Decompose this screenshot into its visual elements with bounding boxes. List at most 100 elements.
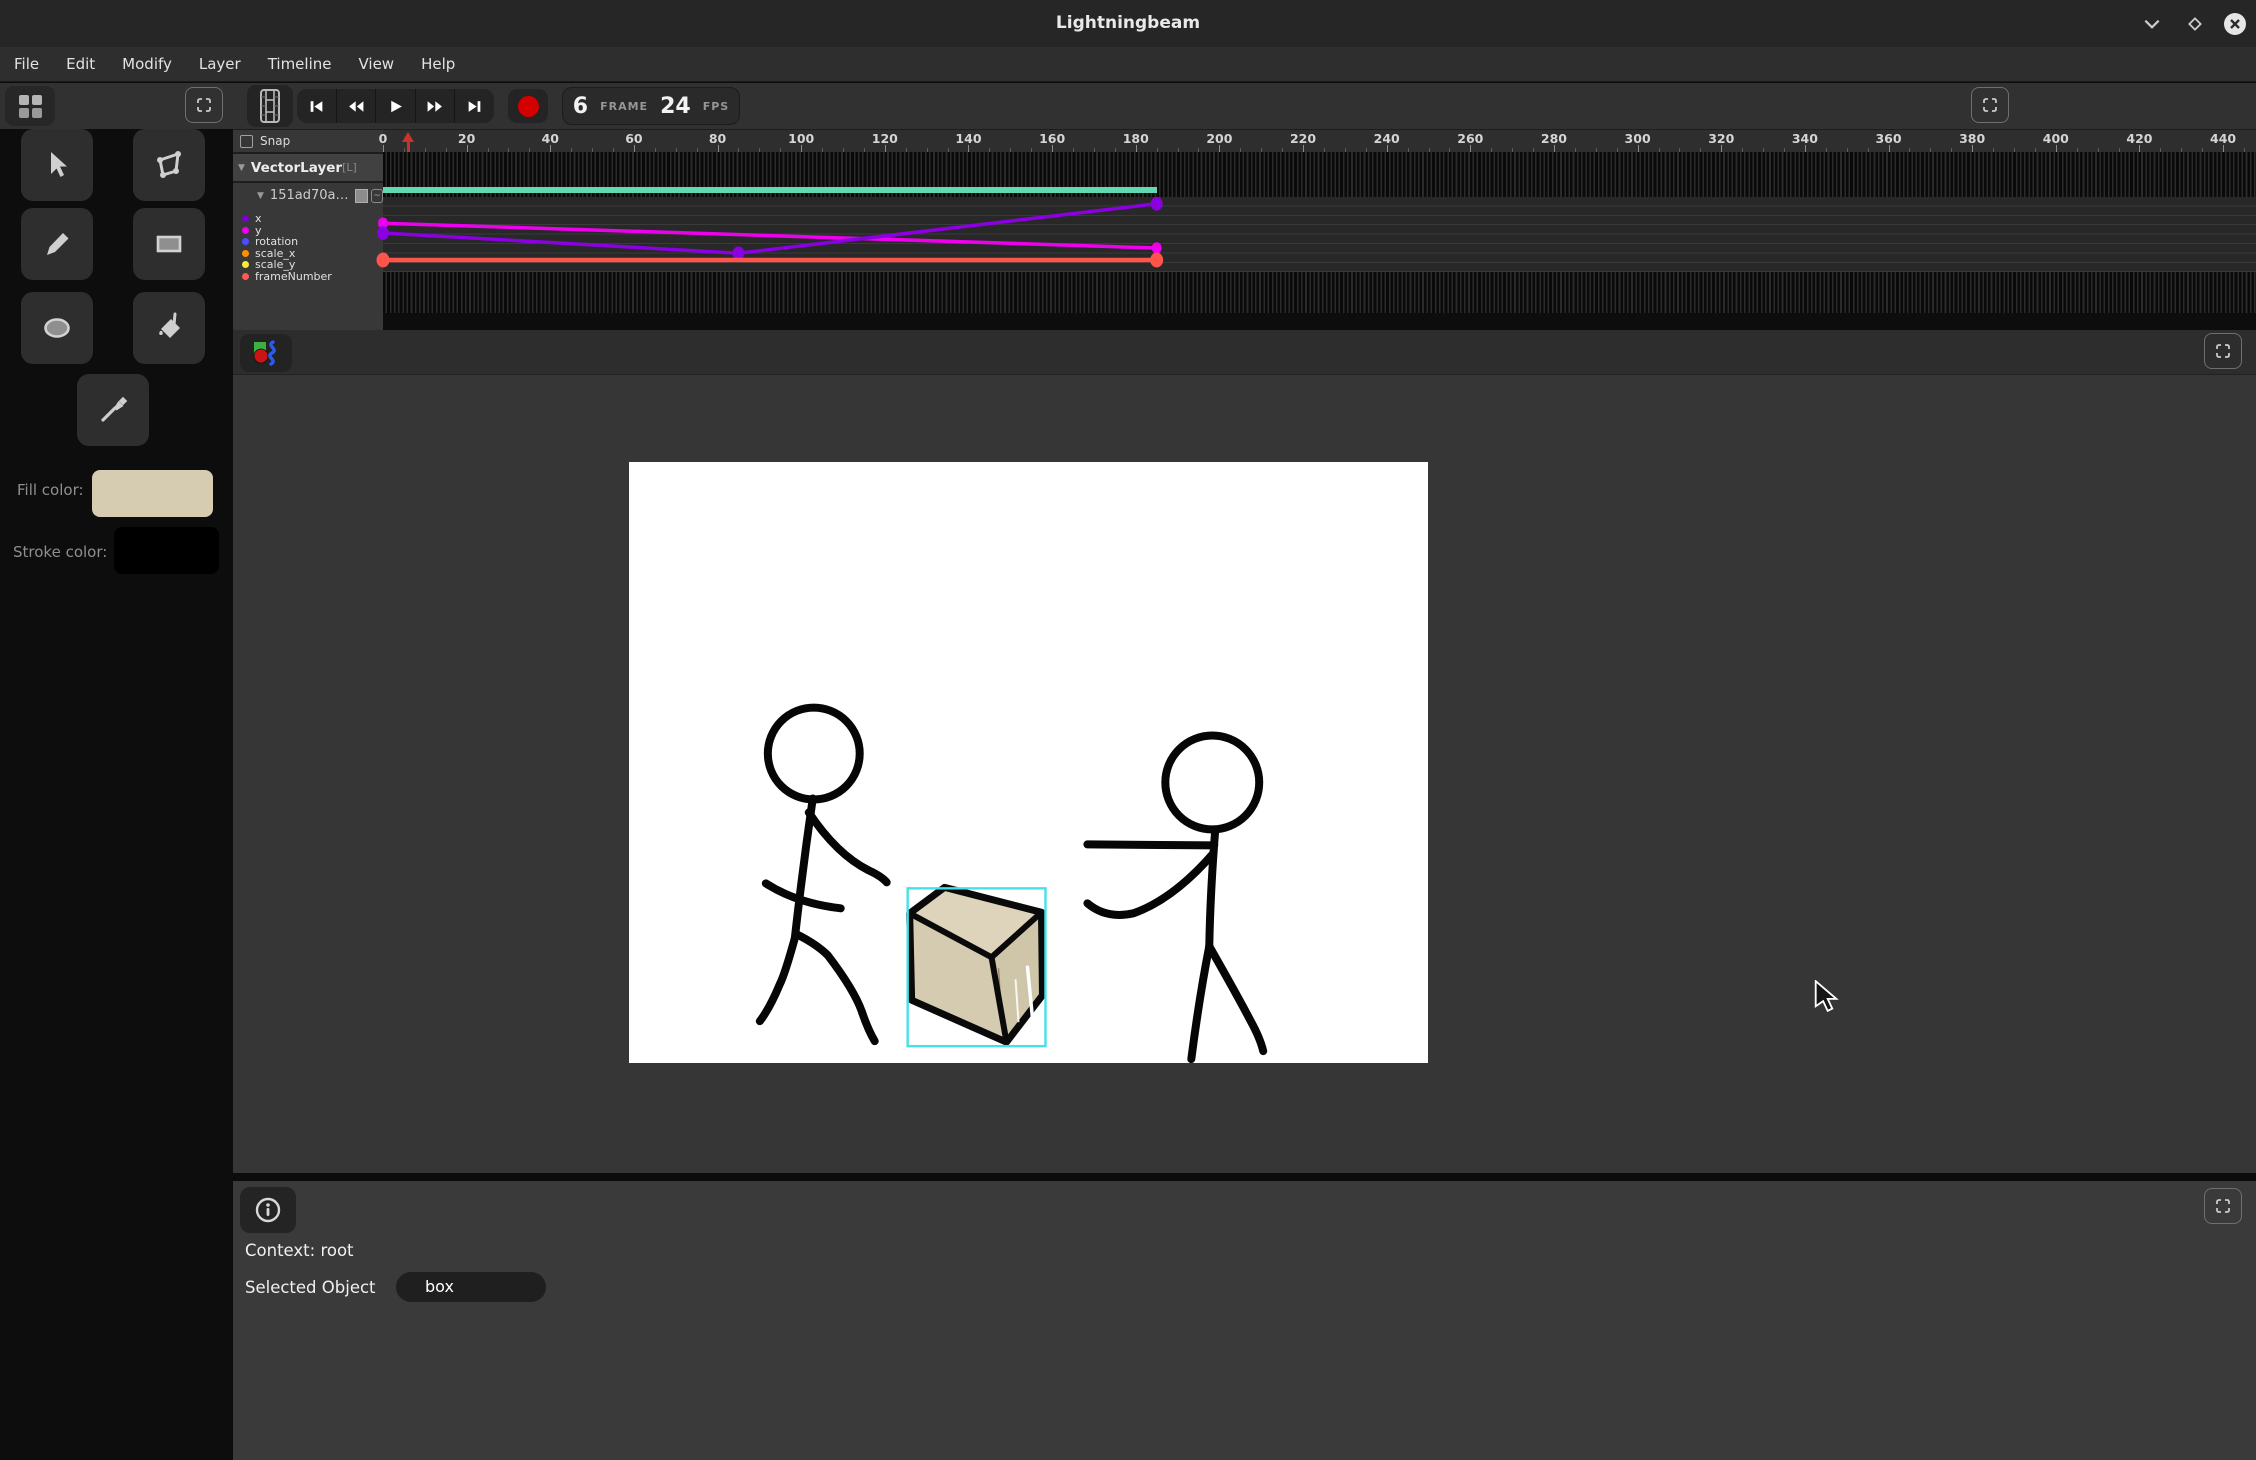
keyframe-x[interactable] <box>1151 197 1163 211</box>
inspector-expand-button[interactable] <box>2204 1188 2242 1224</box>
lightningbeam-window: Lightningbeam FileEditModifyLayerTimelin… <box>0 0 2256 1460</box>
layer-span-bar[interactable] <box>383 187 1157 193</box>
ruler-label: 80 <box>709 131 726 146</box>
timeline-tracks[interactable] <box>383 152 2256 313</box>
selected-object-label: Selected Object <box>245 1278 376 1297</box>
maximize-button[interactable] <box>2180 9 2210 39</box>
chevron-down-icon[interactable]: ▼ <box>238 163 245 173</box>
menu-layer[interactable]: Layer <box>199 55 241 73</box>
fast-forward-button[interactable] <box>416 89 456 123</box>
diamond-icon <box>2186 15 2204 33</box>
stick-figure-left[interactable] <box>760 708 887 1042</box>
property-row-rotation[interactable]: rotation <box>233 236 383 248</box>
stroke-color-swatch[interactable] <box>114 527 219 574</box>
panel-grid-button[interactable] <box>5 86 55 126</box>
paint-bucket-tool[interactable] <box>133 292 205 364</box>
info-tab-button[interactable] <box>240 1187 296 1233</box>
drawing-canvas[interactable] <box>629 462 1428 1063</box>
menu-view[interactable]: View <box>358 55 394 73</box>
selected-object-value[interactable]: box <box>396 1272 546 1302</box>
rewind-button[interactable] <box>337 89 377 123</box>
property-label: x <box>255 213 262 224</box>
chevron-down-icon[interactable]: ▼ <box>257 191 264 201</box>
stick-figure-right[interactable] <box>1087 736 1263 1060</box>
layer-swatch-button[interactable] <box>355 189 368 203</box>
ruler-tick <box>1136 145 1137 152</box>
ruler-tick <box>2223 145 2224 152</box>
snap-checkbox[interactable] <box>240 135 253 148</box>
fill-color-swatch[interactable] <box>92 470 213 517</box>
play-button[interactable] <box>376 89 416 123</box>
keyframe-y[interactable] <box>1152 242 1162 254</box>
go-to-end-button[interactable] <box>455 89 494 123</box>
toolbox-expand-button[interactable] <box>185 87 223 123</box>
menu-edit[interactable]: Edit <box>66 55 95 73</box>
property-row-frameNumber[interactable]: frameNumber <box>233 271 383 283</box>
fill-color-label: Fill color: <box>17 481 84 499</box>
menu-modify[interactable]: Modify <box>122 55 172 73</box>
top-toolbar-strip: 6 FRAME 24 FPS <box>0 83 2256 131</box>
timeline-ruler[interactable]: 0204060801001201401601802002202402602803… <box>383 130 2256 152</box>
curve-y[interactable] <box>383 223 1157 248</box>
rectangle-icon <box>151 226 187 262</box>
property-row-scale_y[interactable]: scale_y <box>233 259 383 271</box>
ruler-label: 400 <box>2043 131 2069 146</box>
film-strip-icon <box>259 88 281 124</box>
ruler-label: 100 <box>788 131 814 146</box>
ruler-tick <box>383 145 384 152</box>
pencil-tool[interactable] <box>21 208 93 280</box>
go-to-start-button[interactable] <box>297 89 337 123</box>
sublayer-name: 151ad70a… <box>270 188 349 203</box>
ruler-tick <box>1052 145 1053 152</box>
eyedropper-tool[interactable] <box>77 374 149 446</box>
timeline-expand-button[interactable] <box>1971 87 2009 123</box>
fps-label: FPS <box>703 100 730 113</box>
layer-name: VectorLayer <box>251 160 342 176</box>
menu-file[interactable]: File <box>14 55 39 73</box>
layer-row-object[interactable]: ▼ 151ad70a… ~ <box>233 183 383 208</box>
canvas-artwork <box>629 462 1428 1063</box>
keyframe-frameNumber[interactable] <box>377 253 390 268</box>
ellipse-tool[interactable] <box>21 292 93 364</box>
ruler-tick <box>1972 145 1973 152</box>
box-object[interactable] <box>908 887 1046 1046</box>
ruler-label: 380 <box>1959 131 1985 146</box>
canvas-expand-button[interactable] <box>2204 333 2242 369</box>
ruler-tick <box>1219 145 1220 152</box>
ruler-tick <box>1303 145 1304 152</box>
transform-quad-icon <box>151 147 187 183</box>
context-label: Context: root <box>245 1241 354 1260</box>
property-color-dot <box>242 261 249 268</box>
minimize-button[interactable] <box>2137 9 2167 39</box>
keyframe-x[interactable] <box>377 226 389 240</box>
chevron-down-icon <box>2142 14 2162 34</box>
expand-icon <box>1982 97 1998 113</box>
layer-tilde-button[interactable]: ~ <box>371 189 383 203</box>
fps-value: 24 <box>660 94 691 119</box>
canvas-tab-button[interactable] <box>240 334 292 372</box>
stroke-color-label: Stroke color: <box>13 543 107 561</box>
ruler-tick <box>2139 145 2140 152</box>
ruler-label: 280 <box>1541 131 1567 146</box>
animation-curves[interactable] <box>383 197 2256 272</box>
ruler-label: 0 <box>379 131 388 146</box>
rewind-icon <box>347 98 365 115</box>
rectangle-tool[interactable] <box>133 208 205 280</box>
record-button[interactable] <box>508 89 548 123</box>
transform-tool[interactable] <box>133 129 205 201</box>
ruler-tick <box>1805 145 1806 152</box>
ruler-tick <box>634 145 635 152</box>
menu-help[interactable]: Help <box>421 55 455 73</box>
frame-label: FRAME <box>600 100 648 113</box>
timeline-film-button[interactable] <box>247 85 293 127</box>
info-icon <box>254 1196 282 1224</box>
property-color-dot <box>242 227 249 234</box>
layer-row-vectorlayer[interactable]: ▼ VectorLayer [L] <box>233 154 383 181</box>
frame-cells-row[interactable] <box>383 272 2256 313</box>
close-button[interactable] <box>2220 9 2250 39</box>
ruler-tick <box>1387 145 1388 152</box>
keyframe-frameNumber[interactable] <box>1150 253 1163 268</box>
select-tool[interactable] <box>21 129 93 201</box>
menu-timeline[interactable]: Timeline <box>268 55 332 73</box>
property-row-x[interactable]: x <box>233 213 383 225</box>
